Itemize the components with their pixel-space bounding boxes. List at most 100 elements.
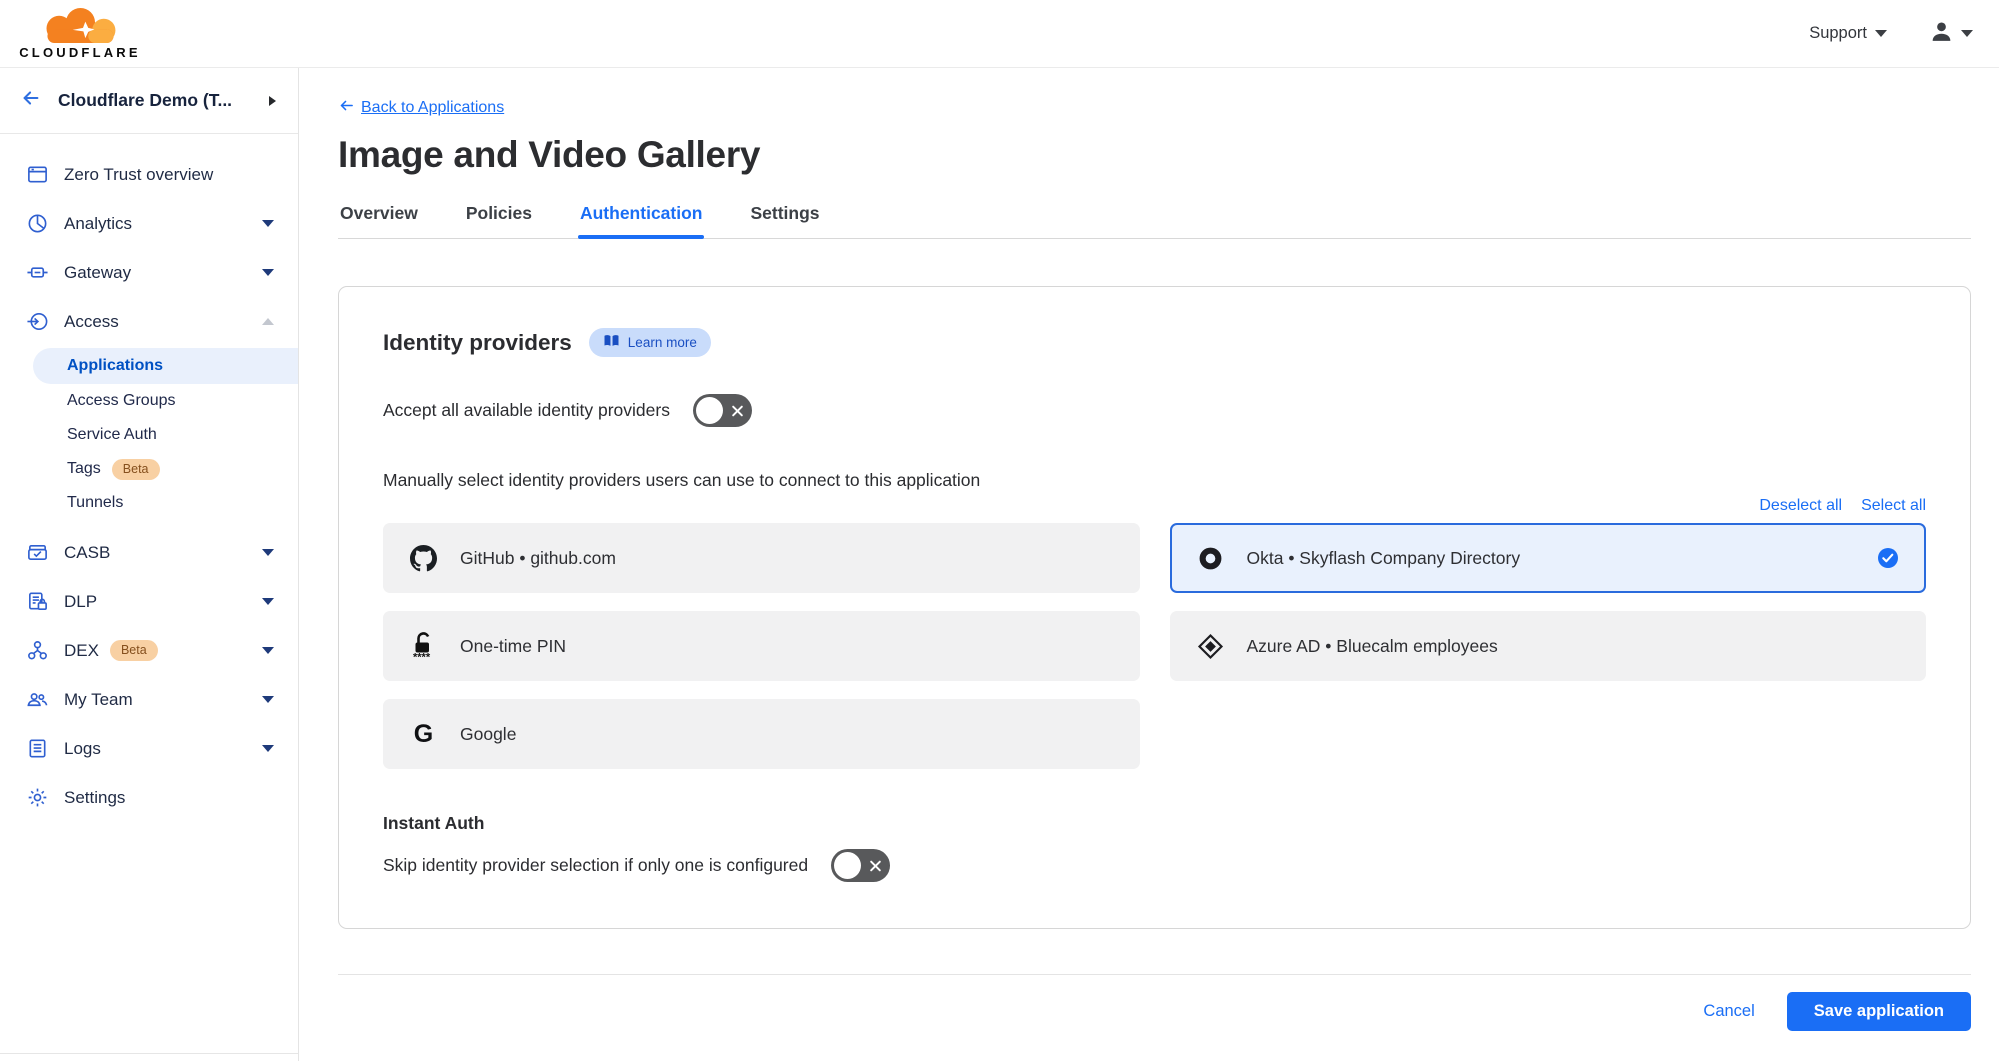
sidebar-item-settings[interactable]: Settings [0,773,298,822]
sidebar-item-access-groups[interactable]: Access Groups [0,384,298,418]
provider-name: Azure AD • Bluecalm employees [1247,636,1498,657]
google-icon: G [410,722,437,747]
identity-providers-card: Identity providers Learn more Accept all… [338,286,1971,929]
manual-select-label: Manually select identity providers users… [383,470,1926,491]
provider-tile-okta[interactable]: Okta • Skyflash Company Directory [1170,523,1927,593]
learn-more-badge[interactable]: Learn more [589,328,711,357]
team-icon [26,688,49,711]
support-menu[interactable]: Support [1809,24,1887,43]
chevron-down-icon [1875,30,1887,37]
github-icon [410,545,437,572]
provider-tile-github[interactable]: GitHub • github.com [383,523,1140,593]
toggle-off-x-icon [869,859,882,872]
selected-check-icon [1877,547,1899,569]
one-time-pin-icon: **** [410,631,437,661]
sidebar-item-tunnels[interactable]: Tunnels [0,486,298,520]
provider-name: GitHub • github.com [460,548,616,569]
casb-icon [26,541,49,564]
tab-settings[interactable]: Settings [748,203,821,238]
chevron-down-icon [262,745,274,752]
logs-icon [26,737,49,760]
deselect-all-link[interactable]: Deselect all [1759,497,1842,515]
provider-tile-azure-ad[interactable]: Azure AD • Bluecalm employees [1170,611,1927,681]
selection-links: Deselect all Select all [383,497,1926,515]
sidebar-item-casb[interactable]: CASB [0,528,298,577]
toggle-knob [696,397,723,424]
main-content: Back to Applications Image and Video Gal… [299,68,1999,1061]
book-icon [603,334,620,351]
provider-grid: GitHub • github.com Okta • Skyflash Comp… [383,523,1926,769]
chevron-down-icon [1961,30,1973,37]
account-switcher[interactable]: Cloudflare Demo (T... [0,68,298,134]
cloudflare-logo[interactable]: CLOUDFLARE [14,7,146,60]
gear-icon [26,786,49,809]
provider-tile-google[interactable]: G Google [383,699,1140,769]
access-icon [26,310,49,333]
sidebar-footer-divider [0,1053,298,1061]
chevron-down-icon [262,549,274,556]
provider-name: Okta • Skyflash Company Directory [1247,548,1521,569]
chevron-down-icon [262,220,274,227]
chevron-down-icon [262,269,274,276]
instant-auth-toggle[interactable] [831,849,890,882]
toggle-knob [834,852,861,879]
sidebar-item-dlp[interactable]: DLP [0,577,298,626]
support-label: Support [1809,24,1867,43]
gateway-icon [26,261,49,284]
chevron-down-icon [262,647,274,654]
sidebar-item-access[interactable]: Access [0,297,298,346]
back-to-applications-link[interactable]: Back to Applications [338,98,504,118]
provider-tile-one-time-pin[interactable]: **** One-time PIN [383,611,1140,681]
beta-badge: Beta [110,640,158,661]
azure-ad-icon [1197,633,1224,660]
accept-all-toggle[interactable] [693,394,752,427]
footer-divider [338,974,1971,975]
sidebar-nav: Zero Trust overview Analytics Gateway [0,134,298,822]
tab-overview[interactable]: Overview [338,203,420,238]
topbar: CLOUDFLARE Support [0,0,1999,68]
cloudflare-wordmark: CLOUDFLARE [19,45,141,60]
chevron-down-icon [262,598,274,605]
back-arrow-icon[interactable] [20,87,42,114]
okta-icon [1197,545,1224,572]
sidebar-item-logs[interactable]: Logs [0,724,298,773]
sidebar-item-dex[interactable]: DEX Beta [0,626,298,675]
left-arrow-icon [338,98,355,118]
sidebar-item-analytics[interactable]: Analytics [0,199,298,248]
page-title: Image and Video Gallery [338,134,1971,176]
tab-policies[interactable]: Policies [464,203,534,238]
cloudflare-cloud-icon [30,7,130,44]
dlp-icon [26,590,49,613]
instant-auth-label: Skip identity provider selection if only… [383,855,808,876]
sidebar-item-zero-trust-overview[interactable]: Zero Trust overview [0,150,298,199]
sidebar-item-applications[interactable]: Applications [33,348,298,384]
save-application-button[interactable]: Save application [1787,992,1971,1031]
analytics-icon [26,212,49,235]
sidebar: Cloudflare Demo (T... Zero Trust overvie… [0,68,299,1061]
user-avatar-icon [1929,19,1954,49]
beta-badge: Beta [112,459,160,480]
access-subnav: Applications Access Groups Service Auth … [0,348,298,520]
sidebar-item-gateway[interactable]: Gateway [0,248,298,297]
toggle-off-x-icon [731,404,744,417]
select-all-link[interactable]: Select all [1861,497,1926,515]
svg-text:****: **** [413,652,431,662]
provider-name: Google [460,724,516,745]
zero-trust-dashboard: CLOUDFLARE Support Cloudflare Demo (T... [0,0,1999,1061]
account-name: Cloudflare Demo (T... [58,90,232,111]
tab-authentication[interactable]: Authentication [578,203,705,238]
dex-icon [26,639,49,662]
chevron-down-icon [262,696,274,703]
footer-actions: Cancel Save application [338,992,1971,1031]
card-title: Identity providers [383,330,572,356]
sidebar-item-service-auth[interactable]: Service Auth [0,418,298,452]
user-menu[interactable] [1929,19,1973,49]
chevron-right-icon [269,96,276,106]
cancel-button[interactable]: Cancel [1703,1002,1754,1021]
chevron-up-icon [262,318,274,325]
sidebar-item-tags[interactable]: Tags Beta [0,452,298,486]
instant-auth-heading: Instant Auth [383,813,1926,834]
accept-all-label: Accept all available identity providers [383,400,670,421]
tab-bar: Overview Policies Authentication Setting… [338,203,1971,239]
sidebar-item-my-team[interactable]: My Team [0,675,298,724]
